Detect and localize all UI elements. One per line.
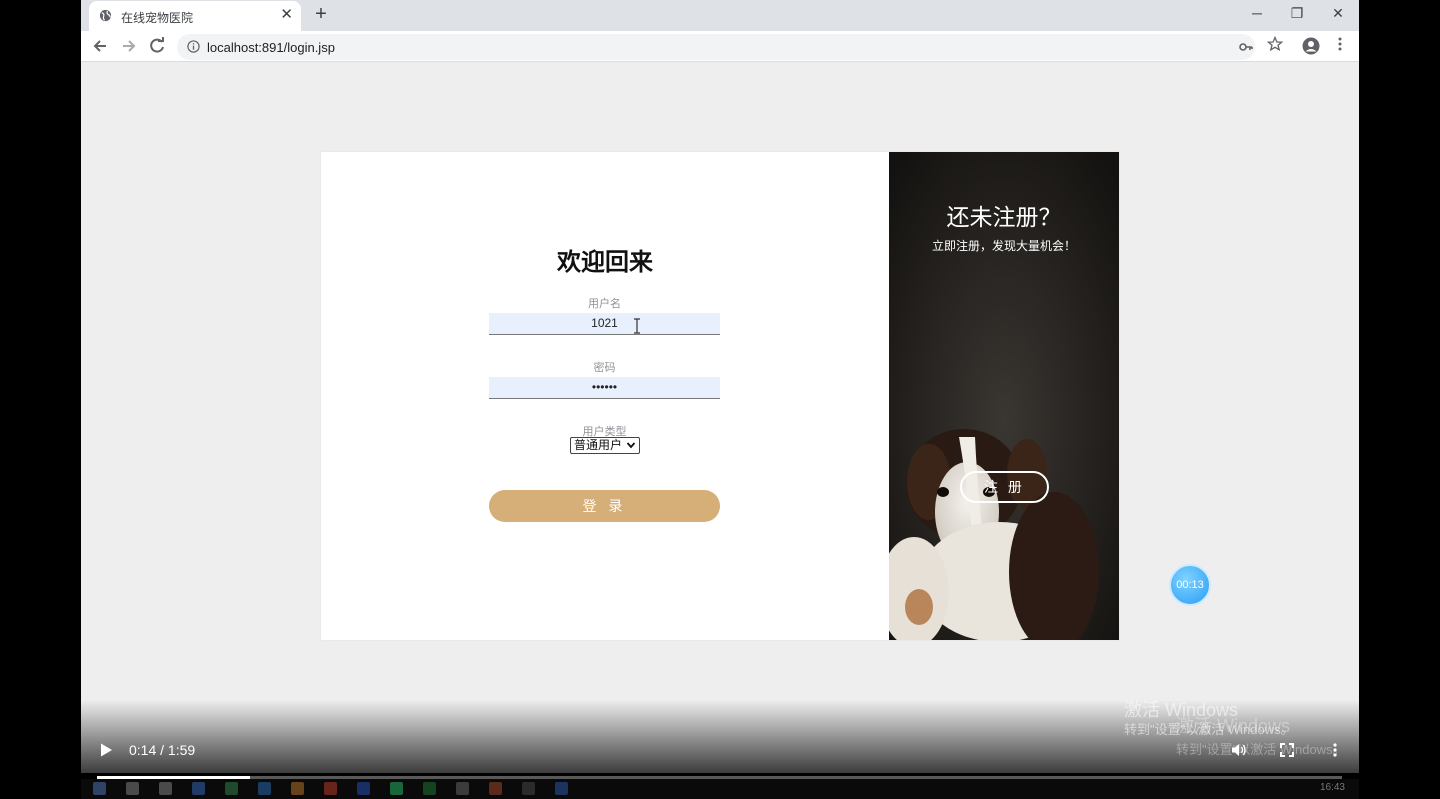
page-content: 欢迎回来 用户名 1021 密码 •••••• 用户类型 普通用户 登 录 还未… — [81, 63, 1359, 773]
taskbar-clock: 16:43 — [1319, 782, 1345, 793]
new-tab-button[interactable]: + — [311, 4, 331, 24]
password-label: 密码 — [593, 362, 616, 374]
vscode-icon[interactable] — [258, 782, 271, 795]
folder-icon[interactable] — [291, 782, 304, 795]
login-button[interactable]: 登 录 — [489, 490, 720, 522]
video-time: 0:14 / 1:59 — [129, 742, 196, 758]
chrome-icon[interactable] — [390, 782, 403, 795]
login-card: 欢迎回来 用户名 1021 密码 •••••• 用户类型 普通用户 登 录 还未… — [321, 152, 1119, 640]
tab-title: 在线宠物医院 — [121, 11, 194, 25]
chevron-down-icon — [626, 442, 636, 449]
info-icon[interactable] — [187, 40, 200, 53]
page-title: 欢迎回来 — [557, 249, 653, 276]
globe-icon — [99, 9, 112, 22]
minimize-button[interactable]: ─ — [1247, 4, 1267, 22]
activation-watermark-text-ghost: 转到"设置"以激活 Windows。 — [1176, 742, 1346, 757]
browser-toolbar: localhost:891/login.jsp — [81, 31, 1359, 62]
back-arrow-icon[interactable] — [90, 36, 110, 56]
fullscreen-icon[interactable] — [1279, 742, 1295, 758]
word-icon[interactable] — [357, 782, 370, 795]
firefox-icon[interactable] — [324, 782, 337, 795]
play-icon[interactable] — [98, 742, 114, 758]
volume-icon[interactable] — [1231, 742, 1247, 758]
star-icon[interactable] — [1267, 36, 1283, 52]
terminal-icon[interactable] — [456, 782, 469, 795]
activation-watermark-title-ghost: 激活 Windows — [1176, 716, 1291, 736]
task-view-icon[interactable] — [159, 782, 172, 795]
login-form: 欢迎回来 用户名 1021 密码 •••••• 用户类型 普通用户 登 录 — [321, 152, 889, 640]
register-panel: 还未注册？ 立即注册，发现大量机会！ 注 册 — [889, 152, 1119, 640]
app2-icon[interactable] — [522, 782, 535, 795]
ide-icon[interactable] — [489, 782, 502, 795]
recording-timer-badge[interactable]: 00:13 — [1169, 564, 1211, 606]
screen: 在线宠物医院 ✕ + ─ ❐ ✕ localhost:891/login.jsp… — [0, 0, 1440, 799]
username-label: 用户名 — [588, 298, 621, 310]
app3-icon[interactable] — [555, 782, 568, 795]
register-title: 还未注册？ — [946, 204, 1062, 230]
url-text: localhost:891/login.jsp — [207, 40, 335, 55]
forward-arrow-icon[interactable] — [119, 36, 139, 56]
reload-icon[interactable] — [147, 36, 167, 56]
usertype-select[interactable]: 普通用户 — [570, 437, 640, 454]
text-cursor-icon — [634, 318, 640, 334]
start-icon[interactable] — [93, 782, 106, 795]
register-button[interactable]: 注 册 — [960, 471, 1049, 503]
more-options-icon[interactable] — [1327, 742, 1343, 758]
search-icon[interactable] — [126, 782, 139, 795]
browser-window: 在线宠物医院 ✕ + ─ ❐ ✕ localhost:891/login.jsp… — [81, 0, 1359, 773]
app-icon[interactable] — [225, 782, 238, 795]
windows-taskbar: 16:43 — [81, 779, 1359, 799]
address-bar[interactable]: localhost:891/login.jsp — [177, 34, 1255, 60]
menu-dots-icon[interactable] — [1332, 36, 1348, 52]
password-field[interactable]: •••••• — [489, 377, 720, 399]
tab-close-icon[interactable]: ✕ — [280, 6, 293, 24]
edge-icon[interactable] — [192, 782, 205, 795]
excel-icon[interactable] — [423, 782, 436, 795]
close-window-button[interactable]: ✕ — [1328, 4, 1348, 22]
browser-tab[interactable]: 在线宠物医院 ✕ — [89, 1, 301, 31]
usertype-selected: 普通用户 — [574, 438, 623, 452]
register-subtitle: 立即注册，发现大量机会！ — [931, 239, 1076, 253]
username-field[interactable]: 1021 — [489, 313, 720, 335]
key-icon[interactable] — [1238, 39, 1254, 55]
account-icon[interactable] — [1302, 37, 1320, 55]
restore-button[interactable]: ❐ — [1287, 4, 1307, 22]
tab-strip: 在线宠物医院 ✕ + ─ ❐ ✕ — [81, 0, 1359, 31]
